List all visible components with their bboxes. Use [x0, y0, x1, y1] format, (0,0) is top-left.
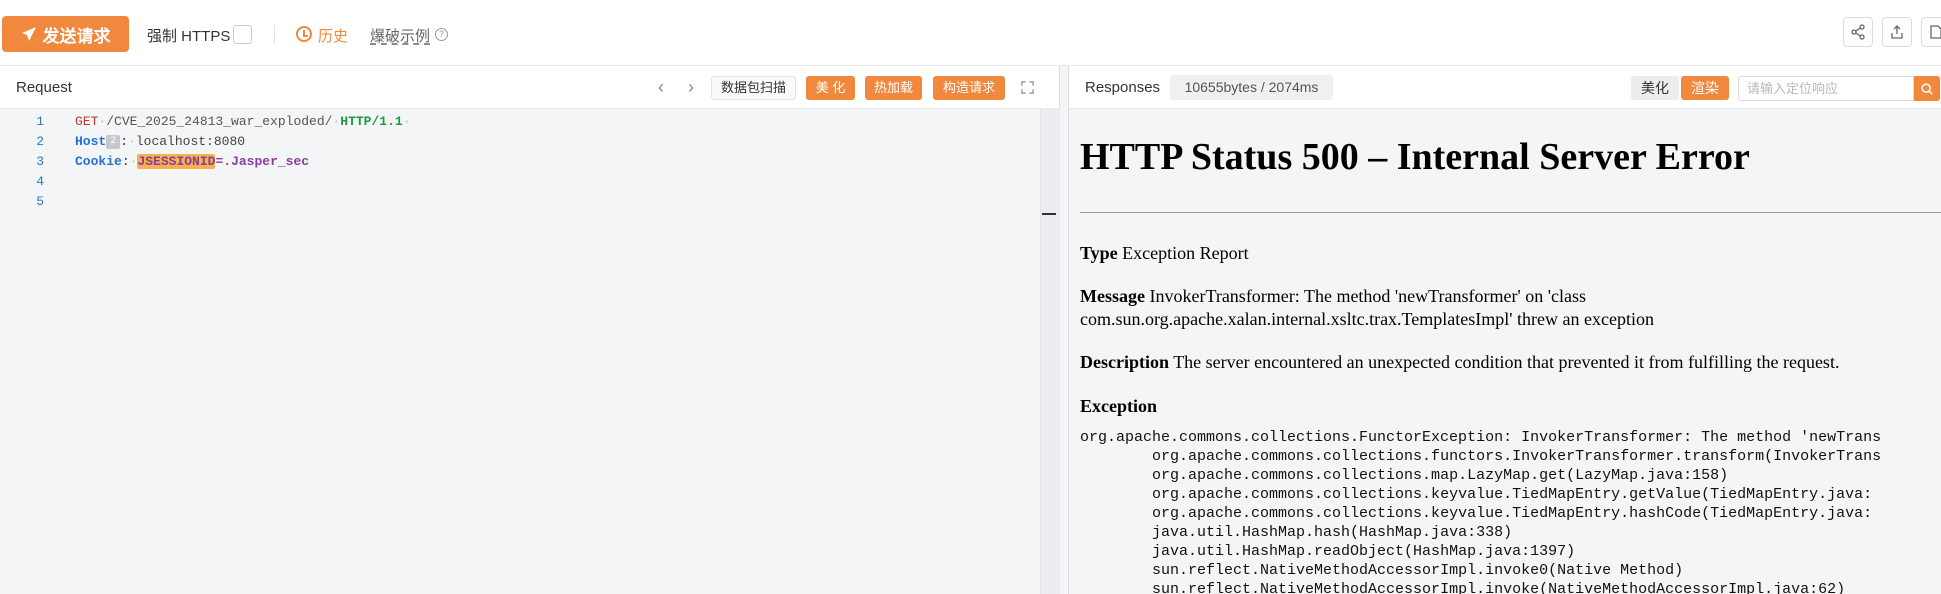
line-number: 2 — [36, 134, 44, 149]
toolbar-divider — [274, 25, 275, 44]
message-label: Message — [1080, 286, 1145, 306]
force-https-checkbox[interactable] — [233, 25, 252, 44]
trace-line: java.util.HashMap.readObject(HashMap.jav… — [1080, 543, 1576, 560]
code-line: 5 — [0, 192, 1040, 212]
request-scrollbar[interactable] — [1040, 109, 1060, 594]
code-line: 2 Host 2:·localhost:8080 — [0, 132, 1040, 152]
response-header: Responses 10655bytes / 2074ms 美化 渲染 — [1069, 66, 1941, 109]
hotload-button[interactable]: 热加载 — [865, 76, 922, 100]
header-key: Cookie — [75, 154, 122, 169]
type-label: Type — [1080, 243, 1118, 263]
line-number: 1 — [36, 114, 44, 129]
burst-example-link[interactable]: 爆破示例 — [370, 25, 430, 46]
error-heading: HTTP Status 500 – Internal Server Error — [1080, 136, 1750, 178]
locate-response-input[interactable] — [1738, 76, 1914, 101]
construct-request-button[interactable]: 构造请求 — [933, 76, 1005, 100]
description-label: Description — [1080, 352, 1169, 372]
message-row: Message InvokerTransformer: The method '… — [1080, 285, 1654, 331]
response-beautify-button[interactable]: 美化 — [1631, 76, 1679, 100]
line-number: 4 — [36, 174, 44, 189]
help-icon[interactable]: ? — [435, 28, 448, 41]
history-link[interactable]: 历史 — [318, 25, 348, 46]
code-line: 4 — [0, 172, 1040, 192]
prev-arrow-icon[interactable]: ‹ — [652, 78, 670, 96]
render-button[interactable]: 渲染 — [1681, 76, 1729, 100]
stack-trace: org.apache.commons.collections.FunctorEx… — [1080, 428, 1881, 594]
type-row: Type Exception Report — [1080, 242, 1249, 265]
response-panel: Responses 10655bytes / 2074ms 美化 渲染 HTTP… — [1068, 66, 1941, 594]
request-editor[interactable]: 1 GET·/CVE_2025_24813_war_exploded/·HTTP… — [0, 109, 1040, 594]
request-title: Request — [16, 79, 72, 96]
clock-icon[interactable] — [296, 26, 312, 42]
send-request-button[interactable]: 发送请求 — [2, 16, 129, 52]
trace-line: java.util.HashMap.hash(HashMap.java:338) — [1080, 524, 1513, 541]
heading-rule — [1080, 212, 1941, 213]
code-line: 1 GET·/CVE_2025_24813_war_exploded/·HTTP… — [0, 112, 1040, 132]
header-value: localhost:8080 — [135, 134, 246, 149]
packet-scan-button[interactable]: 数据包扫描 — [711, 76, 796, 100]
message-line-1: InvokerTransformer: The method 'newTrans… — [1149, 286, 1586, 306]
request-path: /CVE_2025_24813_war_exploded/ — [106, 114, 333, 129]
share-icon — [1851, 24, 1865, 40]
response-stats-badge: 10655bytes / 2074ms — [1170, 75, 1333, 100]
send-request-label: 发送请求 — [42, 26, 111, 46]
locate-search-button[interactable] — [1914, 76, 1940, 101]
trace-line: org.apache.commons.collections.keyvalue.… — [1080, 486, 1873, 503]
trace-line: org.apache.commons.collections.functors.… — [1080, 448, 1882, 465]
description-row: Description The server encountered an un… — [1080, 351, 1839, 374]
scrollbar-thumb[interactable] — [1042, 213, 1056, 215]
document-icon — [1930, 25, 1941, 39]
expand-icon[interactable] — [1020, 80, 1035, 95]
http-protocol: HTTP/1.1 — [340, 114, 403, 129]
cookie-name: JSESSIONID — [137, 154, 216, 169]
type-value: Exception Report — [1122, 243, 1249, 263]
header-key: Host — [75, 134, 107, 149]
request-header: Request ‹ › 数据包扫描 美 化 热加载 构造请求 — [0, 66, 1060, 109]
trace-line: org.apache.commons.collections.FunctorEx… — [1080, 429, 1882, 446]
line-number: 3 — [36, 154, 44, 169]
message-line-2: com.sun.org.apache.xalan.internal.xsltc.… — [1080, 309, 1654, 329]
share-button[interactable] — [1843, 17, 1873, 47]
line-content: Host 2:·localhost:8080 — [75, 134, 246, 149]
request-beautify-button[interactable]: 美 化 — [806, 76, 855, 100]
http-method: GET — [75, 114, 99, 129]
trace-line: sun.reflect.NativeMethodAccessorImpl.inv… — [1080, 562, 1684, 579]
more-button[interactable] — [1921, 17, 1941, 47]
code-line: 3 Cookie:·JSESSIONID=.Jasper_sec — [0, 152, 1040, 172]
next-arrow-icon[interactable]: › — [682, 78, 700, 96]
line-content: GET·/CVE_2025_24813_war_exploded/·HTTP/1… — [75, 114, 411, 129]
response-render-view: HTTP Status 500 – Internal Server Error … — [1069, 109, 1941, 594]
exception-label: Exception — [1080, 396, 1158, 416]
trace-line: sun.reflect.NativeMethodAccessorImpl.inv… — [1080, 581, 1846, 594]
line-number: 5 — [36, 194, 44, 209]
cookie-value: .Jasper_sec — [223, 154, 310, 169]
export-button[interactable] — [1882, 17, 1912, 47]
description-value: The server encountered an unexpected con… — [1173, 352, 1840, 372]
trace-line: org.apache.commons.collections.keyvalue.… — [1080, 505, 1873, 522]
hint-badge: 2 — [106, 134, 121, 149]
line-content: Cookie:·JSESSIONID=.Jasper_sec — [75, 154, 310, 169]
response-title: Responses — [1085, 79, 1161, 96]
force-https-label: 强制 HTTPS — [147, 28, 231, 45]
request-panel: Request ‹ › 数据包扫描 美 化 热加载 构造请求 1 GET·/CV… — [0, 66, 1060, 594]
paper-plane-icon — [21, 27, 36, 41]
top-toolbar: 发送请求 强制 HTTPS 历史 爆破示例 ? — [0, 0, 1941, 66]
upload-icon — [1891, 25, 1903, 39]
search-icon — [1921, 82, 1933, 95]
trace-line: org.apache.commons.collections.map.LazyM… — [1080, 467, 1729, 484]
